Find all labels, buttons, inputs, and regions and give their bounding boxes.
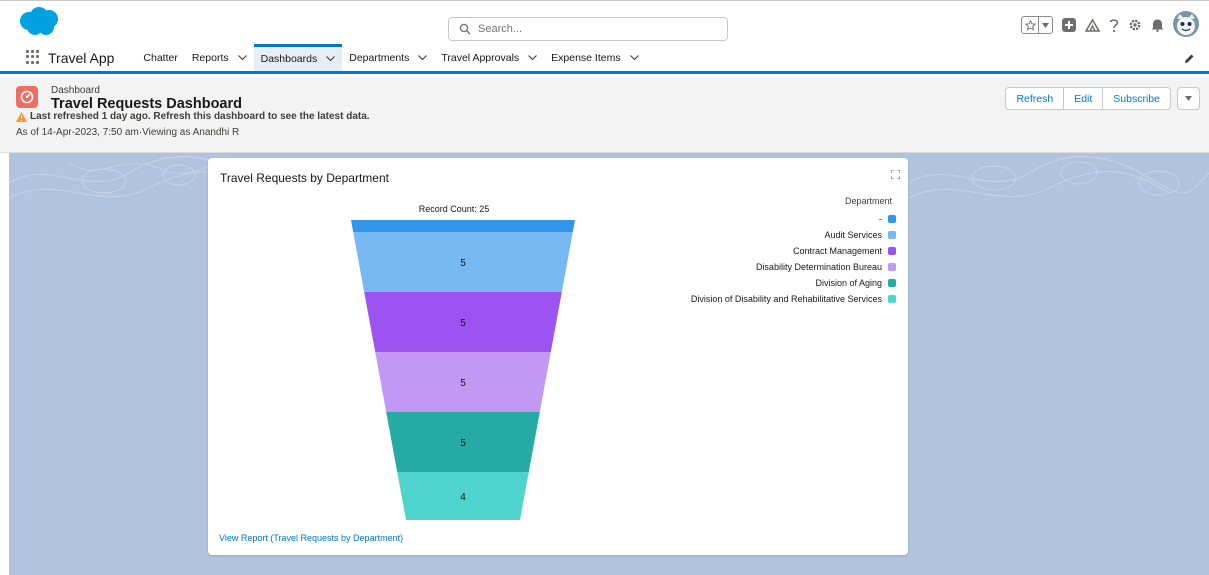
edit-nav-pencil-icon[interactable] bbox=[1184, 53, 1195, 64]
legend-item[interactable]: Contract Management bbox=[691, 243, 896, 259]
legend-label: Contract Management bbox=[792, 246, 882, 256]
legend-swatch bbox=[888, 279, 896, 287]
nav-item-label: Reports bbox=[191, 51, 229, 64]
chevron-down-icon[interactable] bbox=[237, 54, 247, 61]
nav-item-label: Dashboards bbox=[260, 53, 318, 65]
legend-swatch bbox=[888, 247, 896, 255]
funnel-segment[interactable] bbox=[351, 220, 575, 232]
nav-item-label: Expense Items bbox=[551, 51, 621, 64]
chevron-down-icon[interactable] bbox=[629, 54, 639, 61]
view-report-link[interactable]: View Report (Travel Requests by Departme… bbox=[219, 533, 403, 543]
nav-item-expense-items[interactable]: Expense Items bbox=[544, 44, 645, 71]
as-of-text: As of 14-Apr-2023, 7:50 am·Viewing as An… bbox=[16, 127, 240, 138]
app-navigation: Travel App Chatter Reports Dashboards Depar… bbox=[0, 44, 1209, 74]
chevron-down-icon[interactable] bbox=[528, 54, 538, 61]
nav-item-label: Chatter bbox=[143, 51, 178, 64]
page-type-label: Dashboard bbox=[51, 85, 100, 96]
legend-swatch bbox=[888, 215, 896, 223]
salesforce-logo[interactable] bbox=[18, 6, 60, 38]
legend-item[interactable]: - bbox=[691, 211, 896, 227]
subscribe-button[interactable]: Subscribe bbox=[1102, 87, 1171, 110]
header-tools bbox=[1021, 11, 1199, 37]
global-search[interactable] bbox=[448, 17, 728, 41]
funnel-data-label: 5 bbox=[460, 438, 466, 449]
edit-button[interactable]: Edit bbox=[1063, 87, 1104, 110]
global-header bbox=[0, 0, 1209, 44]
legend-title: Department bbox=[844, 196, 892, 206]
funnel-data-label: 5 bbox=[460, 318, 466, 329]
legend-label: Division of Aging bbox=[815, 278, 882, 288]
chevron-down-icon[interactable] bbox=[418, 54, 428, 61]
chevron-down-icon bbox=[1185, 96, 1192, 101]
legend-label: - bbox=[879, 214, 882, 224]
legend-swatch bbox=[888, 295, 896, 303]
legend-label: Disability Determination Bureau bbox=[755, 262, 882, 272]
nav-item-reports[interactable]: Reports bbox=[185, 44, 254, 71]
funnel-data-label: 4 bbox=[460, 492, 466, 503]
funnel-data-label: 5 bbox=[460, 378, 466, 389]
user-avatar[interactable] bbox=[1173, 11, 1199, 37]
refresh-warning: Last refreshed 1 day ago. Refresh this d… bbox=[16, 111, 370, 122]
legend-label: Audit Services bbox=[824, 230, 882, 240]
global-create-icon[interactable] bbox=[1062, 18, 1076, 32]
legend-item[interactable]: Disability Determination Bureau bbox=[691, 259, 896, 275]
trailhead-icon[interactable] bbox=[1085, 18, 1100, 32]
legend-swatch bbox=[888, 263, 896, 271]
legend-swatch bbox=[888, 231, 896, 239]
nav-item-label: Departments bbox=[349, 51, 410, 64]
setup-gear-icon[interactable] bbox=[1128, 18, 1142, 32]
more-actions-button[interactable] bbox=[1177, 87, 1200, 110]
refresh-warning-text: Last refreshed 1 day ago. Refresh this d… bbox=[30, 111, 370, 122]
funnel-data-label: 5 bbox=[460, 258, 466, 269]
favorites-dropdown-icon[interactable] bbox=[1039, 17, 1052, 33]
nav-item-dashboards[interactable]: Dashboards bbox=[253, 44, 343, 71]
search-icon bbox=[459, 23, 471, 35]
search-input[interactable] bbox=[478, 23, 698, 35]
nav-item-label: Travel Approvals bbox=[441, 51, 520, 64]
favorites-group bbox=[1021, 16, 1053, 34]
help-icon[interactable] bbox=[1109, 18, 1119, 33]
nav-item-chatter[interactable]: Chatter bbox=[136, 44, 184, 71]
refresh-button[interactable]: Refresh bbox=[1005, 87, 1065, 110]
funnel-chart-widget: Travel Requests by Department Record Cou… bbox=[208, 158, 908, 555]
legend-item[interactable]: Audit Services bbox=[691, 227, 896, 243]
legend-item[interactable]: Division of Aging bbox=[691, 275, 896, 291]
nav-item-departments[interactable]: Departments bbox=[342, 44, 434, 71]
chevron-down-icon[interactable] bbox=[326, 56, 336, 62]
legend-item[interactable]: Division of Disability and Rehabilitativ… bbox=[691, 291, 896, 307]
favorites-star-icon[interactable] bbox=[1022, 17, 1039, 33]
notifications-bell-icon[interactable] bbox=[1151, 18, 1164, 32]
legend-label: Division of Disability and Rehabilitativ… bbox=[690, 294, 882, 304]
page-header: Dashboard Travel Requests Dashboard Last… bbox=[0, 77, 1209, 153]
header-actions: Refresh Edit Subscribe bbox=[1005, 87, 1200, 110]
dashboard-gauge-icon bbox=[16, 86, 38, 108]
warning-icon bbox=[16, 111, 27, 122]
chart-legend: - Audit Services Contract Management Disabi… bbox=[691, 211, 896, 307]
page-title: Travel Requests Dashboard bbox=[51, 96, 242, 112]
app-name: Travel App bbox=[48, 50, 115, 66]
nav-item-travel-approvals[interactable]: Travel Approvals bbox=[434, 44, 544, 71]
app-launcher-icon[interactable] bbox=[26, 50, 40, 64]
